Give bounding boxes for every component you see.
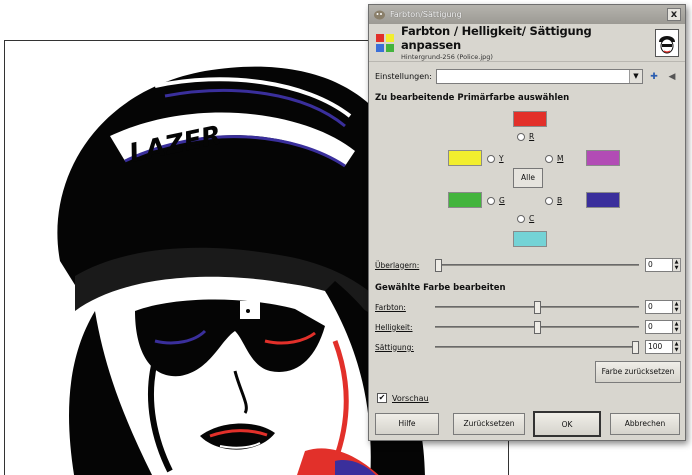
hue-value[interactable]: 0 xyxy=(645,300,673,314)
yellow-swatch xyxy=(448,150,482,166)
gimp-icon xyxy=(373,9,386,20)
preview-checkbox[interactable]: ✔ xyxy=(377,393,387,403)
preview-label: Vorschau xyxy=(392,393,429,403)
spin-arrows-icon[interactable]: ▲ ▼ xyxy=(673,258,681,272)
dialog-heading: Farbton / Helligkeit/ Sättigung anpassen xyxy=(401,24,592,52)
hue-saturation-dialog: Farbton/Sättigung x Farbton / Helligkeit… xyxy=(368,4,686,441)
radio-button[interactable] xyxy=(487,154,495,163)
spin-arrows-icon[interactable]: ▲ ▼ xyxy=(673,340,681,354)
lightness-row: Helligkeit: 0 ▲ ▼ xyxy=(375,319,681,335)
radio-magenta-label: M xyxy=(557,154,564,163)
add-preset-icon[interactable]: ✚ xyxy=(647,70,661,84)
radio-yellow-label: Y xyxy=(499,154,504,163)
magenta-swatch xyxy=(586,150,620,166)
preview-row[interactable]: ✔ Vorschau xyxy=(377,393,429,403)
cancel-button[interactable]: Abbrechen xyxy=(610,413,680,435)
reset-color-button[interactable]: Farbe zurücksetzen xyxy=(595,361,681,383)
close-button[interactable]: x xyxy=(667,8,681,21)
saturation-row: Sättigung: 100 ▲ ▼ xyxy=(375,339,681,355)
radio-button[interactable] xyxy=(545,196,553,205)
blue-swatch xyxy=(586,192,620,208)
spin-arrows-icon[interactable]: ▲ ▼ xyxy=(673,300,681,314)
saturation-slider[interactable] xyxy=(435,341,639,354)
radio-blue[interactable]: B xyxy=(545,196,562,205)
dialog-titlebar[interactable]: Farbton/Sättigung x xyxy=(369,5,685,24)
radio-red[interactable]: R xyxy=(517,132,534,141)
radio-red-label: R xyxy=(529,132,535,141)
radio-cyan-label: C xyxy=(529,214,535,223)
slider-handle[interactable] xyxy=(435,259,442,272)
radio-blue-label: B xyxy=(557,196,563,205)
edit-color-heading: Gewählte Farbe bearbeiten xyxy=(375,283,506,293)
slider-handle[interactable] xyxy=(534,301,541,314)
lightness-value[interactable]: 0 xyxy=(645,320,673,334)
presets-row: Einstellungen: ▼ ✚ ◀ xyxy=(375,69,679,84)
preset-menu-icon[interactable]: ◀ xyxy=(665,70,679,84)
radio-button[interactable] xyxy=(517,214,525,223)
radio-cyan[interactable]: C xyxy=(517,214,534,223)
reset-button[interactable]: Zurücksetzen xyxy=(453,413,525,435)
help-button[interactable]: Hilfe xyxy=(375,413,439,435)
cyan-swatch xyxy=(513,231,547,247)
radio-green-label: G xyxy=(499,196,505,205)
hue-saturation-icon xyxy=(375,33,395,53)
spin-arrows-icon[interactable]: ▲ ▼ xyxy=(673,320,681,334)
screen: LAZER Farbton/Sättigung x Farbton / Hell… xyxy=(0,0,692,475)
radio-button[interactable] xyxy=(517,132,525,141)
radio-button[interactable] xyxy=(487,196,495,205)
lightness-slider[interactable] xyxy=(435,321,639,334)
hue-label: Farbton: xyxy=(375,302,406,312)
radio-button[interactable] xyxy=(545,154,553,163)
ok-button[interactable]: OK xyxy=(533,411,601,437)
overlap-slider[interactable] xyxy=(435,259,639,272)
presets-combobox[interactable]: ▼ xyxy=(435,69,643,84)
presets-label: Einstellungen: xyxy=(375,72,432,81)
hue-slider[interactable] xyxy=(435,301,639,314)
image-name: Hintergrund-256 (Police.jpg) xyxy=(401,53,493,61)
green-swatch xyxy=(448,192,482,208)
red-swatch xyxy=(513,111,547,127)
lightness-label: Helligkeit: xyxy=(375,322,413,332)
overlap-row: Überlagern: 0 ▲ ▼ xyxy=(375,257,681,273)
radio-green[interactable]: G xyxy=(487,196,505,205)
overlap-value[interactable]: 0 xyxy=(645,258,673,272)
saturation-value[interactable]: 100 xyxy=(645,340,673,354)
dialog-title: Farbton/Sättigung xyxy=(390,10,462,19)
chevron-down-icon[interactable]: ▼ xyxy=(629,70,642,83)
image-thumbnail xyxy=(655,28,679,57)
dialog-header: Farbton / Helligkeit/ Sättigung anpassen… xyxy=(369,24,685,62)
master-all-button[interactable]: Alle xyxy=(513,168,543,188)
overlap-label: Überlagern: xyxy=(375,260,420,270)
slider-handle[interactable] xyxy=(534,321,541,334)
primary-color-heading: Zu bearbeitende Primärfarbe auswählen xyxy=(375,93,570,103)
radio-magenta[interactable]: M xyxy=(545,154,563,163)
radio-yellow[interactable]: Y xyxy=(487,154,504,163)
hue-row: Farbton: 0 ▲ ▼ xyxy=(375,299,681,315)
saturation-label: Sättigung: xyxy=(375,342,414,352)
slider-handle[interactable] xyxy=(632,341,639,354)
